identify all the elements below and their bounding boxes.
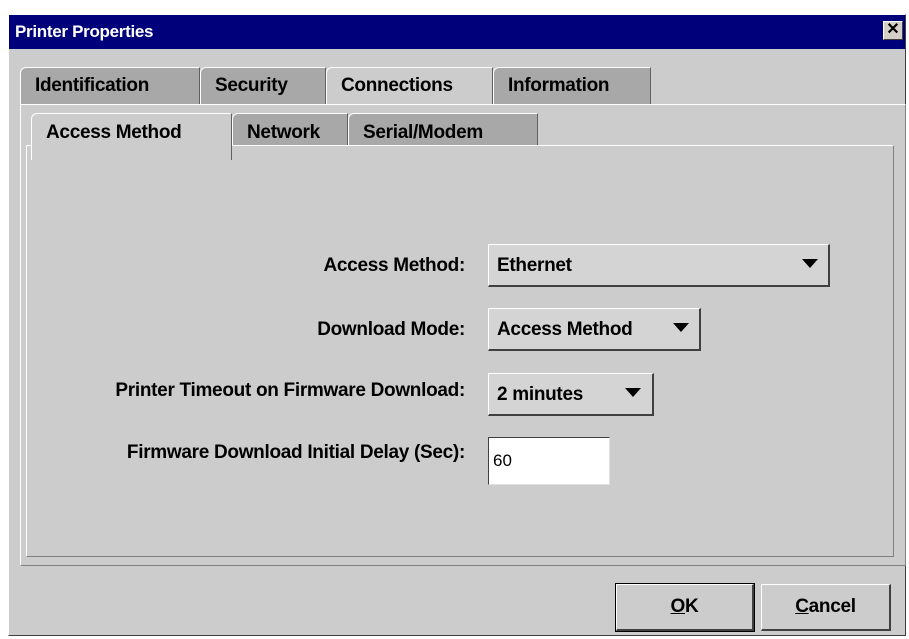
initial-delay-label: Firmware Download Initial Delay (Sec): <box>126 442 465 463</box>
printer-timeout-label: Printer Timeout on Firmware Download: <box>115 380 465 401</box>
initial-delay-value: 60 <box>493 451 512 470</box>
tab-connections[interactable]: Connections <box>326 67 493 105</box>
tab-security[interactable]: Security <box>200 67 326 105</box>
close-button[interactable]: ✕ <box>883 21 903 40</box>
download-mode-label: Download Mode: <box>317 319 465 340</box>
close-icon: ✕ <box>886 21 900 38</box>
tab-label: Connections <box>341 75 453 96</box>
chevron-down-icon <box>673 323 689 332</box>
title-bar[interactable]: Printer Properties ✕ <box>9 15 905 49</box>
tab-information[interactable]: Information <box>493 67 651 105</box>
access-method-value: Ethernet <box>497 255 572 276</box>
tab-label: Information <box>508 75 610 96</box>
ok-mnemonic: O <box>670 596 686 617</box>
chevron-down-icon <box>625 388 641 397</box>
cancel-label-rest: ancel <box>808 596 856 617</box>
cancel-mnemonic: C <box>795 596 809 617</box>
access-method-label: Access Method: <box>323 255 465 276</box>
access-method-panel <box>26 145 894 557</box>
subtab-access-method[interactable]: Access Method <box>31 113 232 160</box>
download-mode-select[interactable]: Access Method <box>488 308 701 351</box>
tab-identification[interactable]: Identification <box>20 67 200 105</box>
download-mode-value: Access Method <box>497 319 633 340</box>
printer-timeout-select[interactable]: 2 minutes <box>488 373 654 416</box>
subtab-label: Access Method <box>46 122 182 143</box>
printer-timeout-value: 2 minutes <box>497 384 583 405</box>
initial-delay-input[interactable]: 60 <box>488 437 610 485</box>
access-method-select[interactable]: Ethernet <box>488 244 830 287</box>
printer-properties-dialog: Printer Properties ✕ Identification Secu… <box>8 14 906 636</box>
window-title: Printer Properties <box>15 22 154 41</box>
tab-label: Security <box>215 75 288 96</box>
ok-label-rest: K <box>685 596 699 617</box>
chevron-down-icon <box>802 259 818 268</box>
ok-button[interactable]: OK <box>615 583 755 632</box>
cancel-button[interactable]: Cancel <box>761 584 891 631</box>
tab-label: Identification <box>35 75 150 96</box>
